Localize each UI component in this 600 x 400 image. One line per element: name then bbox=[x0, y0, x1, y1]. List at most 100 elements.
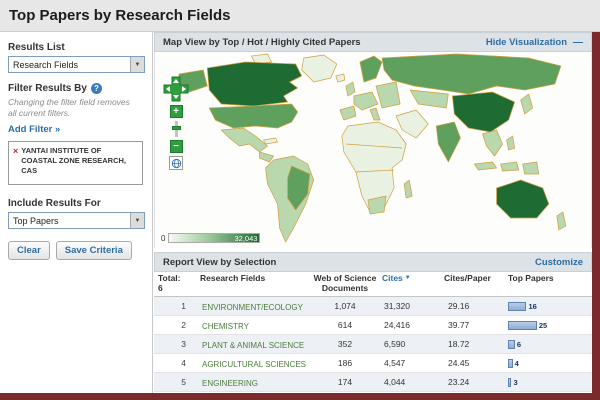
table-row: 2 CHEMISTRY 614 24,416 39.77 25 bbox=[154, 316, 592, 335]
zoom-slider-handle[interactable] bbox=[172, 126, 181, 130]
row-documents: 614 bbox=[308, 320, 382, 330]
world-map-svg[interactable] bbox=[155, 52, 591, 248]
globe-icon[interactable] bbox=[169, 156, 183, 170]
include-results-select[interactable]: Top Papers ▼ bbox=[8, 212, 145, 229]
row-rank: 5 bbox=[154, 377, 200, 387]
chevron-down-icon: ▼ bbox=[130, 57, 144, 72]
top-papers-bar-cell: 6 bbox=[508, 340, 592, 349]
map-panel-header: Map View by Top / Hot / Highly Cited Pap… bbox=[154, 32, 592, 52]
hide-visualization-link[interactable]: Hide Visualization bbox=[486, 37, 567, 48]
report-header: Report View by Selection Customize bbox=[154, 252, 592, 272]
legend-gradient: 32,043 bbox=[168, 233, 260, 243]
top-papers-value: 4 bbox=[515, 359, 519, 368]
legend-min-label: 0 bbox=[161, 234, 165, 243]
row-documents: 1,074 bbox=[308, 301, 382, 311]
help-icon[interactable]: ? bbox=[91, 83, 102, 94]
app-window: Top Papers by Research Fields Results Li… bbox=[0, 0, 600, 400]
filter-by-label: Filter Results By bbox=[8, 83, 87, 94]
table-row: 4 AGRICULTURAL SCIENCES 186 4,547 24.45 … bbox=[154, 354, 592, 373]
map-controls: + − bbox=[163, 76, 189, 170]
window-edge-right bbox=[592, 32, 600, 400]
window-edge-bottom bbox=[0, 393, 600, 400]
top-papers-value: 3 bbox=[513, 378, 517, 387]
row-cites-per-paper: 18.72 bbox=[444, 339, 508, 349]
page-header: Top Papers by Research Fields bbox=[0, 0, 600, 32]
zoom-in-button[interactable]: + bbox=[170, 105, 183, 118]
results-list-label: Results List bbox=[8, 42, 144, 53]
report-table: Total: 6 Research Fields Web of Science … bbox=[154, 272, 592, 400]
col-cites-per-paper: Cites/Paper bbox=[444, 274, 508, 284]
top-papers-value: 25 bbox=[539, 321, 547, 330]
sort-desc-icon: ▼ bbox=[405, 275, 411, 282]
field-link[interactable]: ENVIRONMENT/ECOLOGY bbox=[202, 303, 303, 312]
top-papers-bar bbox=[508, 302, 526, 311]
page-title: Top Papers by Research Fields bbox=[9, 7, 230, 24]
field-link[interactable]: ENGINEERING bbox=[202, 379, 258, 388]
filter-tag: × YANTAI INSTITUTE OF COASTAL ZONE RESEA… bbox=[13, 146, 138, 175]
zoom-out-button[interactable]: − bbox=[170, 140, 183, 153]
row-cites: 4,547 bbox=[382, 358, 444, 368]
report-section: Report View by Selection Customize Total… bbox=[154, 252, 592, 400]
chevron-down-icon: ▼ bbox=[130, 213, 144, 228]
main-content: Map View by Top / Hot / Highly Cited Pap… bbox=[154, 32, 592, 393]
row-documents: 174 bbox=[308, 377, 382, 387]
filter-tag-label: YANTAI INSTITUTE OF COASTAL ZONE RESEARC… bbox=[21, 146, 138, 175]
filter-tag-box: × YANTAI INSTITUTE OF COASTAL ZONE RESEA… bbox=[8, 141, 143, 185]
col-cites-sort[interactable]: Cites ▼ bbox=[382, 274, 444, 284]
save-criteria-button[interactable]: Save Criteria bbox=[56, 241, 132, 260]
field-link[interactable]: AGRICULTURAL SCIENCES bbox=[202, 360, 306, 369]
row-cites: 31,320 bbox=[382, 301, 444, 311]
legend-max-label: 32,043 bbox=[235, 234, 258, 243]
top-papers-bar bbox=[508, 359, 513, 368]
sidebar: Results List Research Fields ▼ Filter Re… bbox=[0, 32, 153, 393]
field-link[interactable]: CHEMISTRY bbox=[202, 322, 249, 331]
row-cites-per-paper: 39.77 bbox=[444, 320, 508, 330]
row-documents: 352 bbox=[308, 339, 382, 349]
world-map[interactable]: + − 0 32,043 bbox=[154, 52, 592, 248]
remove-filter-icon[interactable]: × bbox=[13, 146, 18, 175]
top-papers-bar bbox=[508, 340, 515, 349]
row-rank: 1 bbox=[154, 301, 200, 311]
results-list-select[interactable]: Research Fields ▼ bbox=[8, 56, 145, 73]
col-top-papers: Top Papers bbox=[508, 274, 592, 284]
include-results-label: Include Results For bbox=[8, 198, 144, 209]
minimize-icon[interactable]: — bbox=[573, 37, 583, 48]
table-row: 5 ENGINEERING 174 4,044 23.24 3 bbox=[154, 373, 592, 392]
pan-control[interactable] bbox=[163, 76, 189, 102]
top-papers-bar bbox=[508, 321, 537, 330]
row-cites-per-paper: 24.45 bbox=[444, 358, 508, 368]
row-documents: 186 bbox=[308, 358, 382, 368]
filter-note: Changing the filter field removes all cu… bbox=[8, 97, 140, 118]
row-cites-per-paper: 29.16 bbox=[444, 301, 508, 311]
add-filter-link[interactable]: Add Filter » bbox=[8, 124, 60, 135]
row-rank: 2 bbox=[154, 320, 200, 330]
row-rank: 4 bbox=[154, 358, 200, 368]
top-papers-bar-cell: 3 bbox=[508, 378, 592, 387]
row-rank: 3 bbox=[154, 339, 200, 349]
top-papers-bar-cell: 4 bbox=[508, 359, 592, 368]
top-papers-bar bbox=[508, 378, 511, 387]
row-cites: 24,416 bbox=[382, 320, 444, 330]
customize-link[interactable]: Customize bbox=[535, 257, 583, 268]
top-papers-bar-cell: 25 bbox=[508, 321, 592, 330]
col-research-fields: Research Fields bbox=[200, 274, 308, 284]
table-row: 3 PLANT & ANIMAL SCIENCE 352 6,590 18.72… bbox=[154, 335, 592, 354]
clear-button[interactable]: Clear bbox=[8, 241, 50, 260]
table-row: 1 ENVIRONMENT/ECOLOGY 1,074 31,320 29.16… bbox=[154, 297, 592, 316]
field-link[interactable]: PLANT & ANIMAL SCIENCE bbox=[202, 341, 304, 350]
map-panel-title: Map View by Top / Hot / Highly Cited Pap… bbox=[163, 37, 361, 48]
total-header: Total: 6 bbox=[154, 274, 200, 294]
table-header-row: Total: 6 Research Fields Web of Science … bbox=[154, 272, 592, 297]
row-cites: 4,044 bbox=[382, 377, 444, 387]
zoom-slider[interactable] bbox=[175, 121, 178, 137]
include-results-value: Top Papers bbox=[9, 216, 59, 226]
map-legend: 0 32,043 bbox=[161, 233, 260, 243]
row-cites: 6,590 bbox=[382, 339, 444, 349]
results-list-value: Research Fields bbox=[9, 60, 78, 70]
col-documents: Web of Science Documents bbox=[308, 274, 382, 294]
row-cites-per-paper: 23.24 bbox=[444, 377, 508, 387]
report-title: Report View by Selection bbox=[163, 257, 276, 268]
top-papers-bar-cell: 16 bbox=[508, 302, 592, 311]
top-papers-value: 6 bbox=[517, 340, 521, 349]
top-papers-value: 16 bbox=[528, 302, 536, 311]
